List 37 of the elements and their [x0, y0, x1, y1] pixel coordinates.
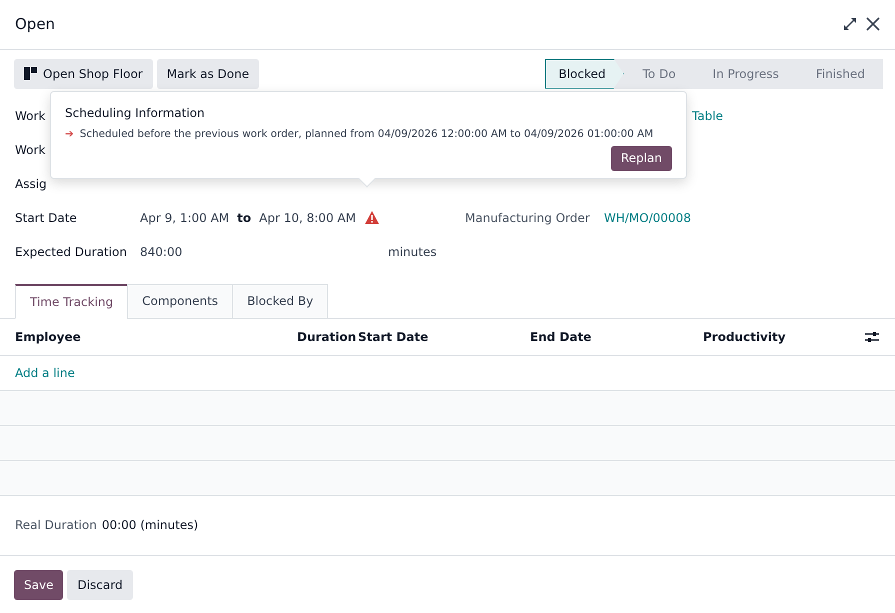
board-icon [24, 67, 37, 80]
field-label: Expected Duration [15, 244, 128, 259]
field-label: Start Date [15, 210, 78, 225]
popover-title: Scheduling Information [65, 106, 206, 120]
field-label: Real Duration [15, 518, 97, 532]
duration-value: 840:00 [140, 244, 184, 259]
real-duration-value: 00:00 (minutes) [102, 518, 198, 532]
column-header[interactable]: Duration [297, 330, 358, 344]
field-label: Assig [15, 176, 47, 191]
tab[interactable]: Time Tracking [15, 284, 128, 319]
window-title: Open [15, 15, 56, 34]
field-label: Manufacturing Order [465, 210, 591, 225]
discard-button[interactable]: Discard [67, 570, 133, 600]
arrow-glyph: ➔ [65, 128, 74, 140]
end-date-value: Apr 10, 8:00 AM [259, 210, 356, 225]
mark-done-button[interactable]: Mark as Done [156, 58, 260, 89]
settings-icon[interactable] [865, 330, 879, 343]
unit-label: minutes [388, 244, 437, 259]
column-header[interactable]: Employee [15, 330, 297, 344]
replan-button[interactable]: Replan [610, 146, 672, 171]
add-line-link[interactable]: Add a line [15, 366, 75, 380]
save-button[interactable]: Save [14, 570, 64, 600]
column-header[interactable]: Start Date [358, 330, 530, 344]
field-label: Work [15, 142, 46, 157]
column-header[interactable]: End Date [530, 330, 703, 344]
product-link[interactable]: Table [692, 108, 724, 123]
order-link[interactable]: WH/MO/00008 [604, 210, 691, 225]
warning-icon[interactable] [364, 211, 379, 224]
column-header[interactable]: Productivity [703, 330, 865, 344]
schedule-message: Scheduled before the previous work order, planned from 04/09/2026 12:00:00 AM to 04/09/2026 01:00:00 AM [80, 128, 654, 140]
date-joiner: to [237, 210, 252, 225]
tab[interactable]: Blocked By [232, 284, 328, 319]
shop-floor-button[interactable]: Open Shop Floor [14, 58, 153, 89]
status-step[interactable]: Blocked [544, 58, 624, 89]
tab[interactable]: Components [127, 284, 234, 319]
field-label: Work [15, 108, 46, 123]
start-date-value: Apr 9, 1:00 AM [140, 210, 230, 225]
